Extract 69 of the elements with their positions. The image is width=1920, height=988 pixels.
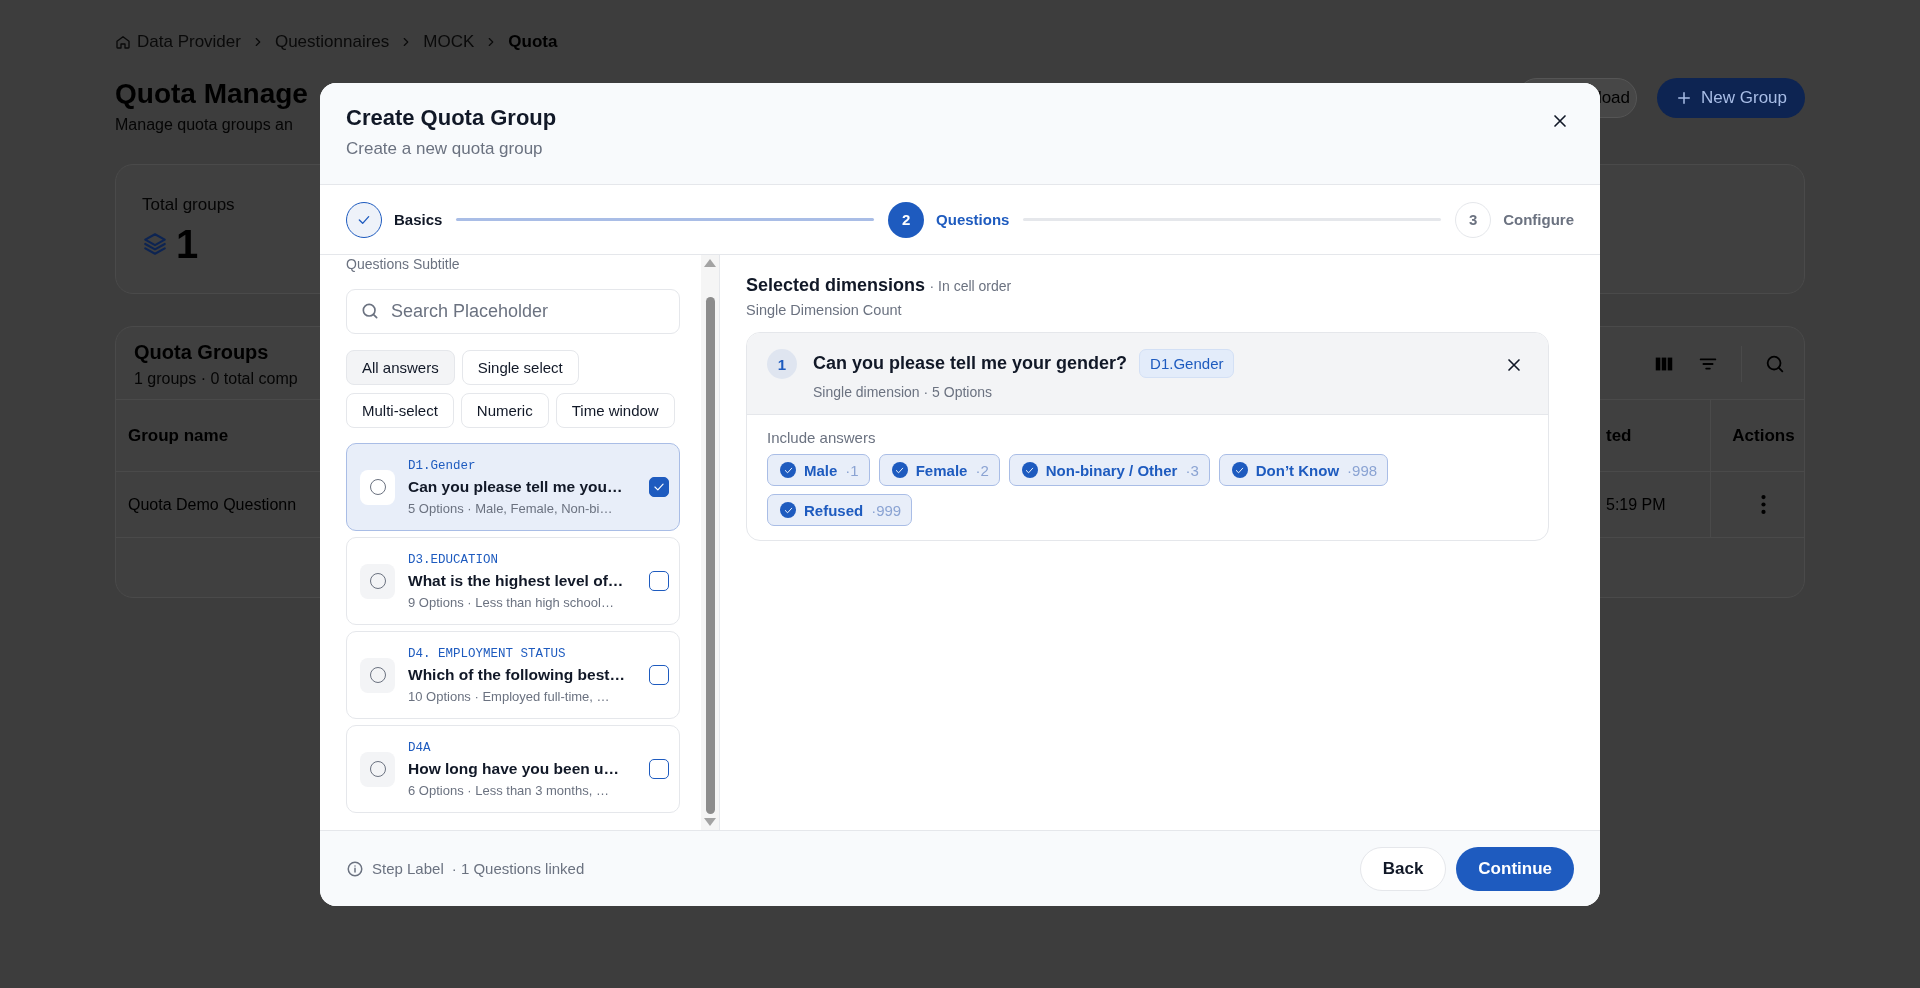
answer-chip[interactable]: Non-binary / Other ·3: [1008, 454, 1210, 486]
question-card[interactable]: D3.EDUCATION What is the highest level of… 9 Options · Less than high school…: [346, 537, 680, 625]
panel-subtitle: Questions Subtitle: [346, 257, 461, 271]
page-subtitle: Manage quota groups an: [115, 116, 294, 134]
answers-label: Include answers: [767, 429, 877, 446]
checkbox[interactable]: [649, 665, 669, 685]
step-label: Step Label: [372, 860, 444, 877]
answer-chip[interactable]: Refused ·999: [767, 494, 913, 526]
radio-icon: [360, 469, 395, 505]
search-field[interactable]: Search Placeholder: [346, 289, 680, 334]
step-tab[interactable]: 3 Configure: [1455, 201, 1574, 238]
dimension-count: Single Dimension Count: [746, 302, 903, 318]
back-button[interactable]: Back: [1359, 846, 1447, 891]
search-icon: [1764, 353, 1786, 375]
question-title: How long have you been u…: [408, 759, 620, 778]
column-header: Actions: [1710, 399, 1804, 471]
stat-label: Total groups: [142, 195, 236, 215]
filter-chip[interactable]: Numeric: [460, 393, 549, 428]
question-code-tag: D1.Gender: [1139, 349, 1235, 378]
linked-count: · 1 Questions linked: [451, 860, 585, 877]
checkbox[interactable]: [649, 477, 669, 497]
filter-chip[interactable]: Time window: [555, 393, 675, 428]
question-title: What is the highest level of…: [408, 571, 625, 590]
question-title: Which of the following best…: [408, 665, 626, 684]
continue-button[interactable]: Continue: [1456, 846, 1574, 891]
question-card[interactable]: D4. EMPLOYMENT STATUS Which of the following best… 10 Options · Employed full-time, …: [346, 631, 680, 719]
question-summary: 6 Options · Less than 3 months, …: [408, 782, 610, 798]
question-summary: 5 Options · Male, Female, Non-bi…: [408, 500, 614, 516]
search-icon: [360, 301, 380, 321]
dialog-subtitle: Create a new quota group: [346, 139, 544, 159]
home-icon: [115, 34, 131, 50]
checkbox[interactable]: [649, 571, 669, 591]
step-tab[interactable]: 2 Questions: [888, 201, 1010, 238]
question-code: D4. EMPLOYMENT STATUS: [408, 646, 567, 661]
filter-chip[interactable]: Multi-select: [346, 393, 454, 428]
question-code: D3.EDUCATION: [408, 552, 499, 567]
dimension-number: 1: [767, 349, 797, 379]
filter-chip[interactable]: Single select: [461, 350, 579, 385]
answer-chip[interactable]: Female ·2: [878, 454, 1000, 486]
plus-icon: [1675, 89, 1693, 107]
filter-chip[interactable]: All answers: [346, 350, 455, 385]
stat-value: 1: [176, 221, 199, 267]
checkbox[interactable]: [649, 759, 669, 779]
page-title: Quota Manage: [115, 77, 308, 111]
new-group-button[interactable]: New Group: [1657, 78, 1805, 118]
dialog-title: Create Quota Group: [346, 105, 557, 131]
layers-icon: [142, 231, 168, 257]
section-title: Selected dimensions: [746, 275, 926, 295]
scrollbar[interactable]: [701, 255, 719, 830]
radio-icon: [360, 563, 395, 599]
dimension-meta: Single dimension · 5 Options: [813, 384, 993, 400]
question-summary: 9 Options · Less than high school…: [408, 594, 615, 610]
dimension-question: Can you please tell me your gender?: [813, 353, 1128, 374]
answer-chip[interactable]: Don’t Know ·998: [1218, 454, 1389, 486]
info-icon: [346, 859, 364, 878]
section-note: · In cell order: [929, 278, 1012, 294]
question-title: Can you please tell me you…: [408, 477, 624, 496]
step-tab[interactable]: Basics: [346, 201, 443, 238]
radio-icon: [360, 657, 395, 693]
radio-icon: [360, 751, 395, 787]
question-card[interactable]: D1.Gender Can you please tell me you… 5 Options · Male, Female, Non-bi…: [346, 443, 680, 531]
question-code: D1.Gender: [408, 458, 477, 473]
table-subtitle: 1 groups · 0 total comp: [134, 369, 298, 388]
question-summary: 10 Options · Employed full-time, …: [408, 688, 611, 704]
kebab-icon: [1761, 495, 1766, 514]
table-title: Quota Groups: [134, 340, 270, 364]
question-card[interactable]: D4A How long have you been u… 6 Options · Less than 3 months, …: [346, 725, 680, 813]
answer-chip[interactable]: Male ·1: [767, 454, 870, 486]
question-code: D4A: [408, 740, 432, 755]
